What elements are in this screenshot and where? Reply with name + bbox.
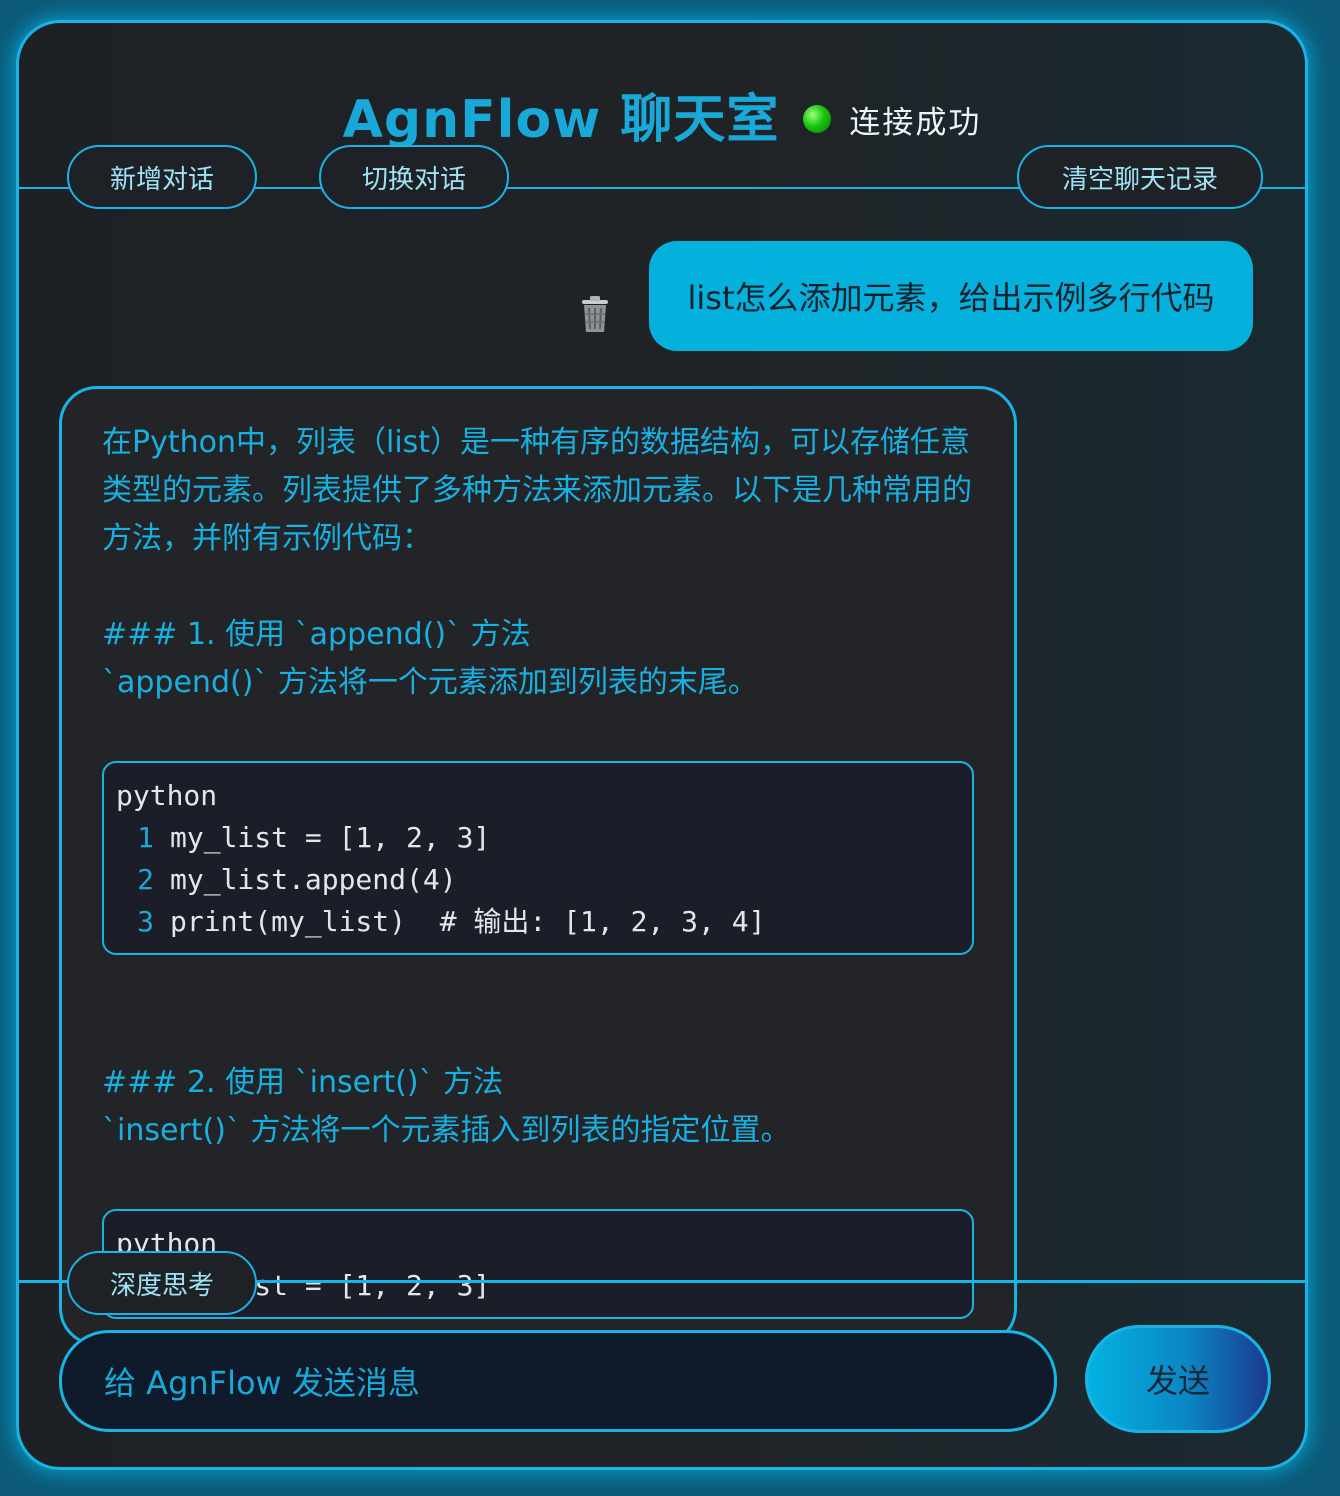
code-block: python 1 my_list = [1, 2, 3] 2 my_list.a… xyxy=(102,761,974,955)
code-text: print(my_list) # 输出: [1, 2, 3, 4] xyxy=(170,905,766,938)
section-heading: ### 1. 使用 `append()` 方法 xyxy=(102,617,531,652)
code-language-label: python xyxy=(116,779,218,812)
line-number: 1 xyxy=(137,821,154,854)
code-text: my_list = [1, 2, 3] xyxy=(170,821,491,854)
status-dot-icon xyxy=(803,105,832,133)
code-line: 2 my_list.append(4) xyxy=(116,859,960,901)
section-description: `append()` 方法将一个元素添加到列表的末尾。 xyxy=(102,665,758,700)
section-description: `insert()` 方法将一个元素插入到列表的指定位置。 xyxy=(102,1113,791,1148)
new-chat-button[interactable]: 新增对话 xyxy=(67,145,257,209)
send-button[interactable]: 发送 xyxy=(1085,1325,1271,1433)
code-text: my_list.append(4) xyxy=(170,863,457,896)
connection-status: 连接成功 xyxy=(849,104,982,141)
bot-intro-text: 在Python中，列表（list）是一种有序的数据结构，可以存储任意类型的元素。… xyxy=(102,425,972,556)
line-number: 2 xyxy=(137,863,154,896)
clear-history-button[interactable]: 清空聊天记录 xyxy=(1017,145,1263,209)
line-number: 3 xyxy=(137,905,154,938)
chat-window: AgnFlow 聊天室 连接成功 新增对话 切换对话 清空聊天记录 list怎么… xyxy=(16,20,1308,1470)
user-message-bubble: list怎么添加元素，给出示例多行代码 xyxy=(649,241,1253,351)
trash-icon[interactable] xyxy=(575,294,615,334)
bot-message-bubble: 在Python中，列表（list）是一种有序的数据结构，可以存储任意类型的元素。… xyxy=(59,386,1017,1346)
deep-think-toggle[interactable]: 深度思考 xyxy=(67,1251,257,1315)
header: AgnFlow 聊天室 连接成功 xyxy=(19,79,1305,150)
message-input[interactable]: 给 AgnFlow 发送消息 xyxy=(59,1330,1057,1432)
code-line: 3 print(my_list) # 输出: [1, 2, 3, 4] xyxy=(116,901,960,943)
user-message-row: list怎么添加元素，给出示例多行代码 xyxy=(575,241,1253,351)
section-heading: ### 2. 使用 `insert()` 方法 xyxy=(102,1065,504,1100)
app-title: AgnFlow 聊天室 xyxy=(342,89,780,150)
code-line: 1 my_list = [1, 2, 3] xyxy=(116,817,960,859)
switch-chat-button[interactable]: 切换对话 xyxy=(319,145,509,209)
